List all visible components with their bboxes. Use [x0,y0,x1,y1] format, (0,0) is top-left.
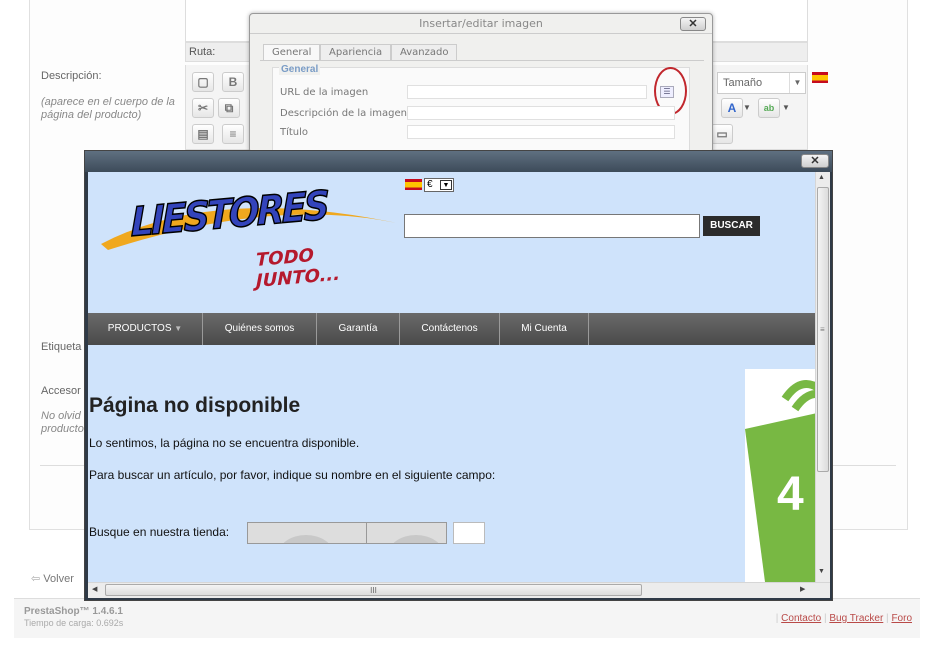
back-link[interactable]: ⇦ Volver [31,572,74,585]
back-arrow-icon: ⇦ [31,573,44,585]
admin-footer: PrestaShop™ 1.4.6.1 Tiempo de carga: 0.6… [14,598,920,638]
font-color-chevron-icon[interactable]: ▼ [743,98,753,118]
image-url-label: URL de la imagen [280,87,369,98]
hscroll-grip: III [370,586,377,595]
footer-link-forum[interactable]: Foro [891,613,912,624]
highlight-color-icon[interactable]: ab [758,98,780,118]
paste-icon[interactable]: ▤ [192,124,214,144]
footer-link-bug-tracker[interactable]: Bug Tracker [829,613,883,624]
new-document-icon[interactable]: ▢ [192,72,214,92]
paste-text-icon[interactable]: ≡ [222,124,244,144]
currency-value: € [427,179,433,190]
vscroll-grip-icon: ≡ [820,325,825,334]
preview-window: ✕ € ▼ LIESTORES TODO JUNTO... BUSCAR PRO… [84,150,833,601]
footer-version: PrestaShop™ 1.4.6.1 [24,606,123,617]
scroll-right-icon[interactable]: ▶ [800,585,805,593]
accessories-label: Accesor [41,385,81,397]
back-label: Volver [43,573,74,585]
vertical-scroll-thumb[interactable]: ≡ [817,187,829,472]
preview-titlebar: ✕ [85,151,832,172]
main-nav: PRODUCTOS ▼ Quiénes somos Garantía Contá… [88,313,815,345]
spain-flag-icon[interactable] [812,72,828,83]
store-search-submit[interactable] [453,522,485,544]
footer-links: | Contacto | Bug Tracker | Foro [775,613,912,624]
image-title-input[interactable] [407,125,675,139]
chevron-down-icon[interactable]: ▼ [789,73,805,93]
size-select-value: Tamaño [723,77,763,89]
promo-banner[interactable]: 4 [745,369,815,582]
search-instruction: Para buscar un artículo, por favor, indi… [89,468,496,482]
image-url-input[interactable] [407,85,647,99]
nav-item-quienes-somos[interactable]: Quiénes somos [203,313,317,345]
footer-link-contact[interactable]: Contacto [781,613,821,624]
tab-divider [260,60,704,61]
insert-image-dialog: Insertar/editar imagen ✕ General Aparien… [249,13,713,153]
nav-item-productos[interactable]: PRODUCTOS ▼ [88,313,203,345]
tab-appearance[interactable]: Apariencia [320,44,392,60]
tab-advanced[interactable]: Avanzado [391,44,458,60]
image-description-input[interactable] [407,106,675,120]
nav-chevron-down-icon: ▼ [174,324,183,333]
error-message: Lo sentimos, la página no se encuentra d… [89,436,360,450]
description-hint: (aparece en el cuerpo de la página del p… [41,96,175,121]
tab-general[interactable]: General [263,44,321,60]
search-button[interactable]: BUSCAR [703,216,760,236]
layer-icon[interactable]: ▭ [711,124,733,144]
vertical-scrollbar[interactable]: ▲ ≡ ▼ [815,172,830,582]
image-title-label: Título [280,127,309,138]
description-label: Descripción: [41,70,102,82]
nav-item-contactenos[interactable]: Contáctenos [400,313,500,345]
close-icon[interactable]: ✕ [680,17,706,31]
field-shape [278,535,334,543]
nav-item-mi-cuenta[interactable]: Mi Cuenta [500,313,589,345]
preview-close-icon[interactable]: ✕ [801,154,829,168]
language-flag-icon[interactable] [405,179,422,190]
store-search-field[interactable] [247,522,447,544]
horizontal-scrollbar[interactable]: ◀ III ▶ [88,582,830,598]
footer-load-time: Tiempo de carga: 0.692s [24,618,124,628]
accessories-hint: No olvid producto [41,410,84,435]
cut-icon[interactable]: ✂ [192,98,214,118]
image-description-label: Descripción de la imagen [280,108,407,119]
font-color-glyph: A [727,101,737,115]
store-search-label: Busque en nuestra tienda: [89,525,230,539]
promo-number: 4 [777,468,804,521]
horizontal-scroll-thumb[interactable]: III [105,584,642,596]
currency-chevron-icon[interactable]: ▼ [440,180,452,190]
scroll-left-icon[interactable]: ◀ [92,585,97,593]
field-divider [366,523,367,543]
currency-select[interactable]: € ▼ [424,178,454,192]
fieldset-legend: General [279,64,321,75]
highlight-chevron-icon[interactable]: ▼ [782,98,792,118]
nav-item-garantia[interactable]: Garantía [317,313,400,345]
font-color-button[interactable]: A [721,98,743,118]
preview-content: € ▼ LIESTORES TODO JUNTO... BUSCAR PRODU… [88,172,830,598]
size-select[interactable]: Tamaño ▼ [717,72,806,94]
tags-label: Etiqueta [41,341,82,353]
store-logo[interactable]: LIESTORES TODO JUNTO... [96,182,396,292]
path-label: Ruta: [189,46,216,58]
insert-image-dialog-title: Insertar/editar imagen [250,14,712,34]
scroll-down-icon[interactable]: ▼ [818,568,825,575]
page-title: Página no disponible [89,394,301,417]
field-shape-2 [388,535,444,543]
copy-icon[interactable]: ⧉ [218,98,240,118]
nav-label-productos: PRODUCTOS [107,323,172,334]
store-search-input[interactable] [404,214,700,238]
scroll-up-icon[interactable]: ▲ [818,174,825,181]
bold-button[interactable]: B [222,72,244,92]
